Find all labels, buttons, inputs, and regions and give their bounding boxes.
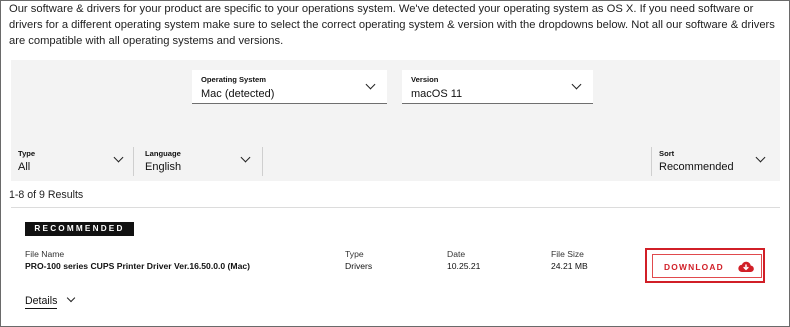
type-filter-dropdown[interactable]: Type All bbox=[11, 140, 131, 181]
os-selector-panel: Operating System Mac (detected) Version … bbox=[11, 60, 780, 140]
type-header: Type bbox=[345, 249, 364, 259]
file-size-header: File Size bbox=[551, 249, 584, 259]
results-count: 1-8 of 9 Results bbox=[9, 189, 84, 201]
sort-dropdown[interactable]: Sort Recommended bbox=[652, 140, 780, 181]
language-filter-dropdown[interactable]: Language English bbox=[138, 140, 260, 181]
file-name-value: PRO-100 series CUPS Printer Driver Ver.1… bbox=[25, 261, 250, 271]
file-name-header: File Name bbox=[25, 249, 65, 259]
version-value: macOS 11 bbox=[411, 88, 463, 100]
type-filter-label: Type bbox=[18, 149, 36, 158]
type-value: Drivers bbox=[345, 261, 373, 271]
download-button[interactable]: DOWNLOAD bbox=[652, 254, 762, 278]
os-notice-text: Our software & drivers for your product … bbox=[9, 3, 775, 47]
operating-system-label: Operating System bbox=[201, 75, 266, 84]
chevron-down-icon bbox=[571, 79, 582, 90]
operating-system-value: Mac (detected) bbox=[201, 88, 275, 100]
filter-divider bbox=[133, 147, 134, 176]
sort-label: Sort bbox=[659, 149, 675, 158]
type-filter-value: All bbox=[18, 161, 31, 173]
download-label: DOWNLOAD bbox=[664, 262, 724, 272]
details-label: Details bbox=[25, 295, 58, 309]
language-filter-value: English bbox=[145, 161, 182, 173]
sort-value: Recommended bbox=[659, 161, 734, 173]
date-value: 10.25.21 bbox=[447, 261, 481, 271]
file-size-value: 24.21 MB bbox=[551, 261, 588, 271]
version-label: Version bbox=[411, 75, 439, 84]
chevron-down-icon bbox=[240, 152, 251, 163]
date-header: Date bbox=[447, 249, 466, 259]
operating-system-dropdown[interactable]: Operating System Mac (detected) bbox=[192, 70, 387, 104]
details-toggle[interactable]: Details bbox=[25, 293, 76, 309]
chevron-down-icon bbox=[113, 152, 124, 163]
version-dropdown[interactable]: Version macOS 11 bbox=[402, 70, 593, 104]
recommended-badge: RECOMMENDED bbox=[25, 222, 134, 236]
chevron-down-icon bbox=[755, 152, 766, 163]
language-filter-label: Language bbox=[145, 149, 181, 158]
chevron-down-icon bbox=[365, 79, 376, 90]
results-divider bbox=[11, 207, 780, 208]
filter-divider bbox=[262, 147, 263, 176]
filter-bar: Type All Language English Sort Recommend… bbox=[11, 140, 780, 181]
cloud-download-icon bbox=[738, 261, 754, 273]
